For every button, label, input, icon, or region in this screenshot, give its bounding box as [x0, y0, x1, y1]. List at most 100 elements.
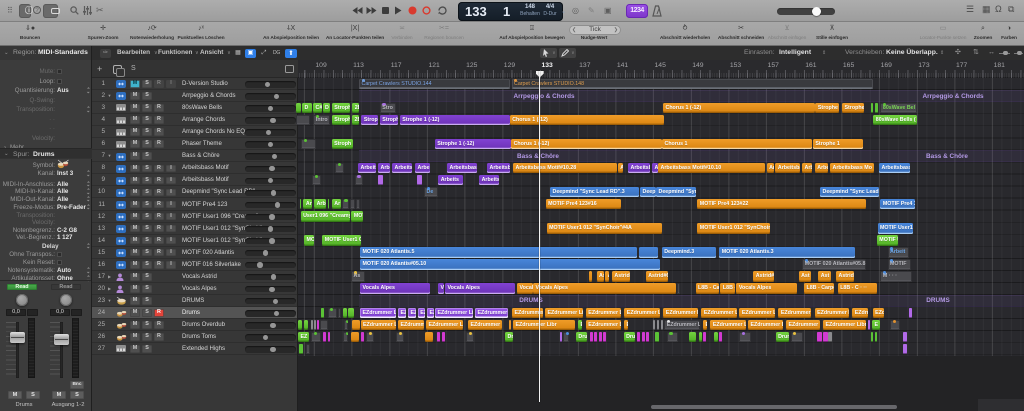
stack-region[interactable]	[359, 90, 873, 102]
region[interactable]: Strophe 1	[813, 139, 863, 149]
region[interactable]: Arbeitsbas	[447, 163, 477, 173]
region[interactable]: Arbei	[314, 199, 326, 209]
waveform-zoom-icon[interactable]: ✣	[955, 46, 961, 60]
stepper-icon[interactable]: ⏶⏷	[87, 86, 90, 95]
track-name[interactable]: Arbeitsbass Motif	[182, 162, 229, 174]
left-strip-fader[interactable]	[10, 332, 25, 343]
track-record-button[interactable]: R	[154, 249, 164, 257]
region[interactable]: Deepmind.3	[662, 247, 716, 257]
region-sliver[interactable]	[828, 332, 832, 342]
region[interactable]	[739, 332, 750, 342]
track-volume-slider[interactable]	[245, 262, 296, 268]
region[interactable]: L8B -	[720, 283, 734, 293]
track-name[interactable]: Bass & Chöre	[182, 150, 220, 162]
track-row[interactable]: 23▼MSDRUMS	[92, 295, 297, 307]
automation-button[interactable]: ⤢	[259, 49, 269, 58]
region[interactable]: Arbeitsbass Motif#10.10	[658, 163, 765, 173]
list-editors-icon[interactable]: ☰	[966, 5, 974, 14]
track-mute-button[interactable]: M	[130, 165, 140, 173]
track-solo-button[interactable]: S	[142, 116, 152, 124]
region-sliver[interactable]	[361, 332, 364, 342]
region[interactable]: Ar	[332, 199, 341, 209]
track-name[interactable]: Arrange Chords	[182, 114, 225, 126]
stepper-icon[interactable]: ⏶⏷	[87, 274, 90, 283]
track-volume-slider[interactable]	[245, 214, 296, 220]
region[interactable]: Stroph	[361, 115, 377, 125]
track-record-button[interactable]: R	[154, 116, 164, 124]
track-mute-button[interactable]: M	[130, 213, 140, 221]
disclosure-triangle-icon[interactable]: ▶	[106, 271, 113, 283]
track-solo-button[interactable]: S	[142, 249, 152, 257]
region[interactable]: Intro	[313, 115, 329, 125]
region[interactable]: EZdrummer Libr	[475, 308, 508, 318]
region[interactable]	[335, 163, 344, 173]
track-solo-button[interactable]: S	[142, 189, 152, 197]
track-row[interactable]: 26MSRDrums Toms	[92, 331, 297, 343]
region[interactable]: MOTIF Pre4 123#16	[546, 199, 621, 209]
region[interactable]: Stroph	[332, 139, 353, 149]
region-sliver[interactable]	[817, 332, 822, 342]
region[interactable]: EZ	[408, 308, 416, 318]
region[interactable]: D	[323, 103, 330, 113]
region[interactable]	[344, 320, 348, 330]
track-volume-knob[interactable]	[268, 226, 273, 231]
region[interactable]: MOTIF 020 Atlantis.3	[719, 247, 855, 257]
region-sliver[interactable]	[599, 332, 602, 342]
region[interactable]: Dru	[624, 332, 635, 342]
track-mute-button[interactable]: M	[130, 297, 140, 305]
region[interactable]: L8B - Carpet	[804, 283, 834, 293]
track-mute-button[interactable]: M	[130, 201, 140, 209]
snap-menu[interactable]: Intelligent	[779, 46, 811, 60]
track-mute-button[interactable]: M	[130, 116, 140, 124]
quick-help-icon[interactable]: ?	[33, 6, 41, 14]
track-volume-knob[interactable]	[269, 238, 274, 243]
region[interactable]	[311, 332, 321, 342]
inspector-value[interactable]: Aus	[57, 86, 69, 95]
pencil-icon[interactable]: ✎	[588, 6, 595, 15]
track-volume-slider[interactable]	[245, 322, 296, 328]
region[interactable]	[343, 332, 348, 342]
track-solo-button[interactable]: S	[142, 201, 152, 209]
region[interactable]	[791, 332, 803, 342]
region[interactable]: EZdrummer Libr	[663, 308, 698, 318]
region-sliver[interactable]	[655, 332, 659, 342]
track-record-button[interactable]: R	[154, 321, 164, 329]
region[interactable]: As	[597, 271, 604, 281]
right-strip-fader[interactable]	[54, 334, 69, 345]
region[interactable]: MOTIF 020 Atlantis#05.10	[360, 259, 660, 269]
region[interactable]: M · · ·	[880, 271, 912, 281]
region[interactable]: Dr	[505, 332, 513, 342]
track-row[interactable]: 9MSRIArbeitsbass Motif	[92, 174, 297, 186]
track-row[interactable]: 1MSRID-Version Studio	[92, 78, 297, 90]
region[interactable]: Strophe 1 (-12)	[400, 115, 510, 125]
region[interactable]: EZdrummer Libr	[586, 320, 621, 330]
tuner-icon[interactable]: ◎	[572, 6, 579, 15]
inspector-checkbox[interactable]	[57, 252, 62, 257]
disclosure-triangle-icon[interactable]: ▼	[106, 90, 113, 102]
disclosure-triangle-icon[interactable]: ▶	[106, 283, 113, 295]
region-sliver[interactable]	[590, 332, 593, 342]
right-strip-mute-button[interactable]: M	[52, 391, 66, 399]
region[interactable]	[356, 199, 361, 209]
region-sliver[interactable]	[378, 175, 383, 185]
region[interactable]: EZdrummer Libr	[786, 320, 820, 330]
track-input-monitor-button[interactable]: I	[166, 213, 176, 221]
region[interactable]: Stro	[380, 103, 397, 113]
track-volume-slider[interactable]	[245, 153, 296, 159]
track-volume-knob[interactable]	[275, 202, 280, 207]
region[interactable]	[466, 332, 474, 342]
region-sliver[interactable]	[871, 332, 873, 342]
master-volume-slider[interactable]	[777, 8, 835, 15]
track-row[interactable]: 15MSRIMOTIF 020 Atlantis	[92, 247, 297, 259]
region[interactable]	[328, 308, 337, 318]
region[interactable]: Carpet Crawlers STUDIO.144	[359, 79, 510, 89]
track-input-monitor-button[interactable]: I	[166, 261, 176, 269]
region[interactable]: E	[872, 320, 880, 330]
track-record-button[interactable]: R	[154, 189, 164, 197]
track-inspector-header[interactable]: ⌄ Spur: Drums	[0, 148, 92, 159]
track-row[interactable]: 8MSRIArbeitsbass Motif	[92, 162, 297, 174]
track-solo-button[interactable]: S	[142, 237, 152, 245]
region-sliver[interactable]	[875, 103, 879, 113]
track-mute-button[interactable]: M	[130, 249, 140, 257]
region[interactable]	[366, 332, 374, 342]
